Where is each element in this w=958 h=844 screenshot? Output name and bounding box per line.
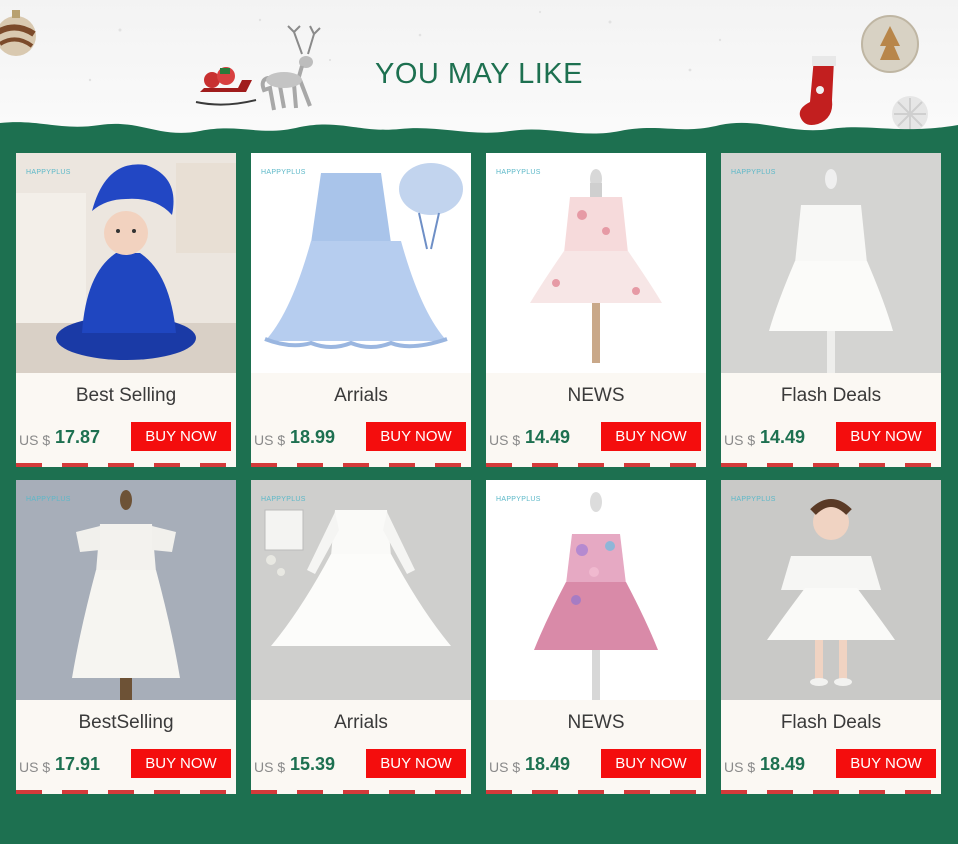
product-image[interactable]: HAPPYPLUS xyxy=(721,480,941,700)
product-label[interactable]: Flash Deals xyxy=(721,712,941,734)
ornament-ball-icon xyxy=(0,10,36,56)
buy-now-button[interactable]: BUY NOW xyxy=(366,749,466,778)
card-stripe xyxy=(721,463,941,467)
product-label[interactable]: NEWS xyxy=(486,385,706,407)
product-card[interactable]: HAPPYPLUS Flash Deals US $ 14.49 BUY NOW xyxy=(721,153,941,467)
brand-watermark: HAPPYPLUS xyxy=(26,169,71,176)
brand-watermark: HAPPYPLUS xyxy=(261,496,306,503)
product-price: 18.49 xyxy=(525,754,571,774)
product-card[interactable]: HAPPYPLUS NEWS US $ 18.49 BUY NOW xyxy=(486,480,706,794)
product-price: 18.49 xyxy=(760,754,806,774)
royal-blue-dress-image xyxy=(16,153,236,373)
product-card[interactable]: HAPPYPLUS BestSelling US $ 17.91 BUY NOW xyxy=(16,480,236,794)
buy-now-button[interactable]: BUY NOW xyxy=(601,422,701,451)
brand-watermark: HAPPYPLUS xyxy=(731,169,776,176)
buy-now-button[interactable]: BUY NOW xyxy=(131,749,231,778)
product-grid: HAPPYPLUS Best Selling US $ 17.87 BUY NO… xyxy=(16,153,942,795)
currency-label: US $ xyxy=(19,432,51,448)
brand-watermark: HAPPYPLUS xyxy=(261,169,306,176)
card-stripe xyxy=(486,790,706,794)
card-stripe xyxy=(721,790,941,794)
pinecone-ornament-icon xyxy=(861,15,919,73)
header-banner: YOU MAY LIKE xyxy=(0,0,958,145)
pink-floral-tulle-dress-image xyxy=(486,153,706,373)
product-card[interactable]: HAPPYPLUS Arrials US $ 18.99 BUY NOW xyxy=(251,153,471,467)
card-stripe xyxy=(251,463,471,467)
card-stripe xyxy=(16,790,236,794)
currency-label: US $ xyxy=(19,759,51,775)
buy-now-button[interactable]: BUY NOW xyxy=(836,749,936,778)
buy-now-button[interactable]: BUY NOW xyxy=(601,749,701,778)
product-card[interactable]: HAPPYPLUS Arrials US $ 15.39 BUY NOW xyxy=(251,480,471,794)
product-price: 14.49 xyxy=(760,427,806,447)
product-card[interactable]: HAPPYPLUS Flash Deals US $ 18.49 BUY NOW xyxy=(721,480,941,794)
product-price: 15.39 xyxy=(290,754,336,774)
card-stripe xyxy=(16,463,236,467)
product-label[interactable]: Best Selling xyxy=(16,385,236,407)
white-lace-gown-image xyxy=(16,480,236,700)
white-long-sleeve-dress-image xyxy=(251,480,471,700)
buy-now-button[interactable]: BUY NOW xyxy=(366,422,466,451)
brand-watermark: HAPPYPLUS xyxy=(496,169,541,176)
white-dress-with-cape-image xyxy=(721,480,941,700)
buy-now-button[interactable]: BUY NOW xyxy=(836,422,936,451)
currency-label: US $ xyxy=(489,759,521,775)
product-image[interactable]: HAPPYPLUS xyxy=(16,480,236,700)
card-stripe xyxy=(251,790,471,794)
product-label[interactable]: BestSelling xyxy=(16,712,236,734)
currency-label: US $ xyxy=(254,759,286,775)
product-label[interactable]: NEWS xyxy=(486,712,706,734)
light-blue-lace-dress-image xyxy=(251,153,471,373)
product-image[interactable]: HAPPYPLUS xyxy=(251,480,471,700)
product-image[interactable]: HAPPYPLUS xyxy=(251,153,471,373)
white-tulle-dress-image xyxy=(721,153,941,373)
product-label[interactable]: Flash Deals xyxy=(721,385,941,407)
product-image[interactable]: HAPPYPLUS xyxy=(16,153,236,373)
brand-watermark: HAPPYPLUS xyxy=(496,496,541,503)
product-image[interactable]: HAPPYPLUS xyxy=(486,153,706,373)
product-image[interactable]: HAPPYPLUS xyxy=(486,480,706,700)
product-card[interactable]: HAPPYPLUS Best Selling US $ 17.87 BUY NO… xyxy=(16,153,236,467)
product-price: 14.49 xyxy=(525,427,571,447)
currency-label: US $ xyxy=(724,432,756,448)
card-stripe xyxy=(486,463,706,467)
currency-label: US $ xyxy=(489,432,521,448)
buy-now-button[interactable]: BUY NOW xyxy=(131,422,231,451)
brand-watermark: HAPPYPLUS xyxy=(731,496,776,503)
snow-edge xyxy=(0,122,958,145)
pink-flower-dress-image xyxy=(486,480,706,700)
brand-watermark: HAPPYPLUS xyxy=(26,496,71,503)
currency-label: US $ xyxy=(254,432,286,448)
currency-label: US $ xyxy=(724,759,756,775)
product-price: 17.91 xyxy=(55,754,101,774)
product-price: 18.99 xyxy=(290,427,336,447)
product-label[interactable]: Arrials xyxy=(251,385,471,407)
product-card[interactable]: HAPPYPLUS NEWS US $ 14.49 BUY NOW xyxy=(486,153,706,467)
product-image[interactable]: HAPPYPLUS xyxy=(721,153,941,373)
product-label[interactable]: Arrials xyxy=(251,712,471,734)
product-price: 17.87 xyxy=(55,427,101,447)
